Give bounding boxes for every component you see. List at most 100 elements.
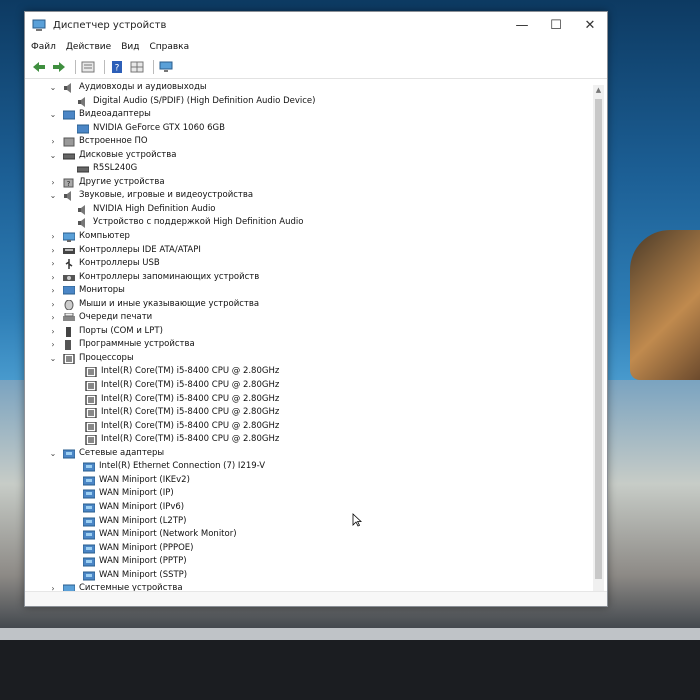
scroll-up-arrow-icon[interactable]: ▲ [593,85,604,95]
monitor-icon [63,286,75,295]
tree-item[interactable]: › Программные устройства [31,338,589,352]
tree-item-label: Digital Audio (S/PDIF) (High Definition … [93,95,316,106]
tree-item[interactable]: WAN Miniport (L2TP) [31,515,589,529]
tree-item[interactable]: NVIDIA GeForce GTX 1060 6GB [31,122,589,136]
tree-item[interactable]: Intel(R) Core(TM) i5-8400 CPU @ 2.80GHz [31,365,589,379]
storage-controller-icon [63,274,75,281]
tree-item[interactable]: WAN Miniport (IP) [31,487,589,501]
tree-item[interactable]: › Мониторы [31,284,589,298]
mouse-cursor-icon [352,513,362,527]
mouse-icon [64,299,74,310]
close-button[interactable]: ✕ [573,12,607,38]
processor-icon [85,435,97,446]
tree-item[interactable]: ⌄ Сетевые адаптеры [31,447,589,461]
wallpaper-rock [630,230,700,380]
chevron-down-icon[interactable]: ⌄ [49,149,57,163]
chevron-down-icon[interactable]: ⌄ [49,189,57,203]
menu-help[interactable]: Справка [149,42,189,52]
tree-item[interactable]: R5SL240G [31,162,589,176]
tree-item[interactable]: › Очереди печати [31,311,589,325]
chevron-right-icon[interactable]: › [49,311,57,325]
tree-item-label: WAN Miniport (Network Monitor) [99,529,237,540]
device-manager-icon [32,19,46,31]
tree-item-label: Звуковые, игровые и видеоустройства [79,190,254,201]
network-adapter-icon [83,462,95,472]
title-bar[interactable]: Диспетчер устройств — ☐ ✕ [25,12,607,38]
chevron-right-icon[interactable]: › [49,284,57,298]
tree-item[interactable]: Intel(R) Core(TM) i5-8400 CPU @ 2.80GHz [31,433,589,447]
chevron-down-icon[interactable]: ⌄ [49,352,57,366]
tree-item[interactable]: ⌄ Дисковые устройства [31,149,589,163]
tree-item[interactable]: Intel(R) Core(TM) i5-8400 CPU @ 2.80GHz [31,379,589,393]
tree-item[interactable]: WAN Miniport (IPv6) [31,501,589,515]
maximize-button[interactable]: ☐ [539,12,573,38]
tree-item-label: WAN Miniport (IPv6) [99,501,185,512]
chevron-right-icon[interactable]: › [49,325,57,339]
properties-button[interactable] [80,60,96,74]
tree-item-label: Контроллеры USB [79,258,160,269]
tree-item[interactable]: Intel(R) Core(TM) i5-8400 CPU @ 2.80GHz [31,393,589,407]
tree-item[interactable]: › Контроллеры запоминающих устройств [31,271,589,285]
help-button[interactable]: ? [109,60,125,74]
tree-item[interactable]: › Компьютер [31,230,589,244]
tree-item[interactable]: Intel(R) Core(TM) i5-8400 CPU @ 2.80GHz [31,420,589,434]
chevron-down-icon[interactable]: ⌄ [49,447,57,461]
chevron-right-icon[interactable]: › [49,338,57,352]
back-button[interactable] [31,60,47,74]
chevron-right-icon[interactable]: › [49,257,57,271]
other-devices-icon: ? [63,178,74,188]
chevron-right-icon[interactable]: › [49,135,57,149]
chevron-right-icon[interactable]: › [49,230,57,244]
minimize-button[interactable]: — [505,12,539,38]
chevron-down-icon[interactable]: ⌄ [49,108,57,122]
menu-view[interactable]: Вид [121,42,139,52]
chevron-down-icon[interactable]: ⌄ [49,81,57,95]
tree-item[interactable]: ⌄ Звуковые, игровые и видеоустройства [31,189,589,203]
tree-item[interactable]: ⌄ Видеоадаптеры [31,108,589,122]
firmware-icon [63,137,75,147]
tree-item-label: Контроллеры IDE ATA/ATAPI [79,244,201,255]
tree-item[interactable]: ⌄ Процессоры [31,352,589,366]
tree-item[interactable]: Intel(R) Core(TM) i5-8400 CPU @ 2.80GHz [31,406,589,420]
tree-item-label: Intel(R) Core(TM) i5-8400 CPU @ 2.80GHz [101,407,280,418]
chevron-right-icon[interactable]: › [49,244,57,258]
tree-item-label: Устройство с поддержкой High Definition … [93,217,304,228]
tree-item[interactable]: › Мыши и иные указывающие устройства [31,298,589,312]
tree-item[interactable]: › Встроенное ПО [31,135,589,149]
monitor-bezel [0,640,700,700]
tree-item[interactable]: Устройство с поддержкой High Definition … [31,216,589,230]
tree-item[interactable]: WAN Miniport (Network Monitor) [31,528,589,542]
tree-item[interactable]: › Контроллеры USB [31,257,589,271]
scroll-thumb[interactable] [595,99,602,579]
status-bar [25,591,607,606]
tree-item-label: Встроенное ПО [79,136,148,147]
tree-item[interactable]: Digital Audio (S/PDIF) (High Definition … [31,95,589,109]
tree-item-label: NVIDIA High Definition Audio [93,203,216,214]
tree-item[interactable]: NVIDIA High Definition Audio [31,203,589,217]
network-adapter-icon [83,571,95,581]
tree-item[interactable]: WAN Miniport (PPTP) [31,555,589,569]
chevron-right-icon[interactable]: › [49,271,57,285]
tree-item[interactable]: › Порты (COM и LPT) [31,325,589,339]
view-button[interactable] [129,60,145,74]
tree-item-label: R5SL240G [93,163,138,174]
vertical-scrollbar[interactable]: ▲ ▼ [593,85,604,599]
tree-item-label: Мыши и иные указывающие устройства [79,298,260,309]
tree-item[interactable]: › Контроллеры IDE ATA/ATAPI [31,244,589,258]
tree-item-label: Видеоадаптеры [79,109,151,120]
tree-item[interactable]: WAN Miniport (PPPOE) [31,542,589,556]
menu-file[interactable]: Файл [31,42,56,52]
processor-icon [85,408,97,419]
tree-item-label: WAN Miniport (IKEv2) [99,474,190,485]
tree-item[interactable]: ⌄ Аудиовходы и аудиовыходы [31,81,589,95]
chevron-right-icon[interactable]: › [49,298,57,312]
tree-item[interactable]: ›? Другие устройства [31,176,589,190]
tree-item[interactable]: WAN Miniport (IKEv2) [31,474,589,488]
tree-item[interactable]: WAN Miniport (SSTP) [31,569,589,583]
chevron-right-icon[interactable]: › [49,176,57,190]
tree-item[interactable]: Intel(R) Ethernet Connection (7) I219-V [31,460,589,474]
scan-hardware-button[interactable] [158,60,174,74]
disk-drive-icon [63,153,75,160]
menu-action[interactable]: Действие [66,42,111,52]
forward-button[interactable] [51,60,67,74]
